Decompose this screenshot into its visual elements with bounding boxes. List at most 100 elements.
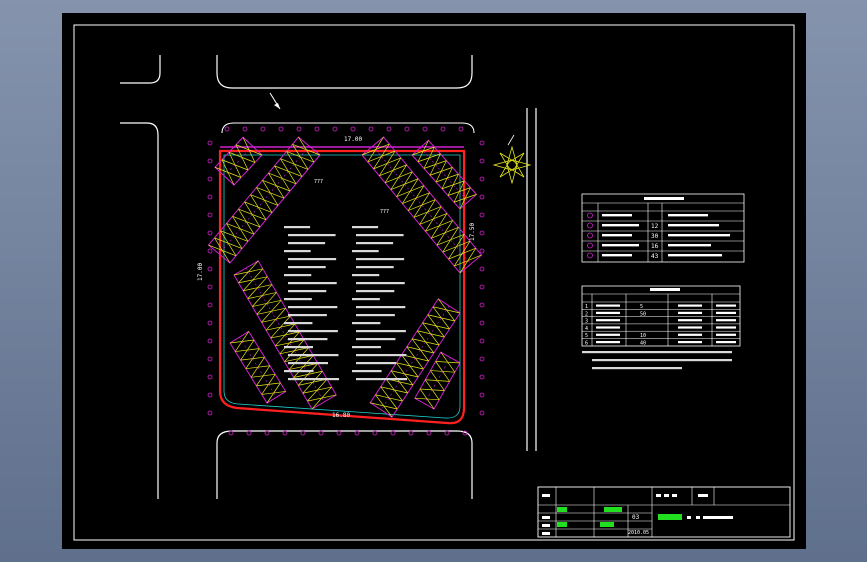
tree-dot (207, 284, 213, 290)
tree-dot (404, 126, 410, 132)
note-line (356, 234, 404, 237)
tree-dot (479, 248, 485, 254)
plant-legend-table: 12 30 16 43 (581, 193, 745, 263)
tree-dot (368, 126, 374, 132)
tree-dot (479, 338, 485, 344)
note-line (352, 250, 379, 253)
legend-symbol-icon (587, 212, 593, 219)
note-line (352, 298, 380, 301)
label-a: 777 (314, 179, 323, 185)
note-line (288, 330, 338, 333)
elevation-top: 17.00 (344, 136, 362, 143)
tree-dot (296, 126, 302, 132)
tree-dot (479, 410, 485, 416)
planting-band (229, 330, 287, 404)
tree-dot (479, 374, 485, 380)
design-notes (284, 226, 408, 381)
tree-dot (207, 194, 213, 200)
tree-dot (479, 284, 485, 290)
drawing-date: 2010.05 (628, 530, 649, 536)
note-line (288, 354, 339, 357)
tree-dot (207, 410, 213, 416)
tree-dot (207, 356, 213, 362)
tree-dot (207, 248, 213, 254)
north-arrow-icon (492, 134, 532, 185)
tree-dot (242, 126, 248, 132)
note-line (284, 298, 312, 301)
note-line (284, 250, 311, 253)
road-lines (120, 55, 537, 499)
tree-dot (207, 158, 213, 164)
note-line (284, 322, 313, 325)
material-row-no: 6 (585, 341, 588, 347)
elevation-bottom: 16.80 (332, 412, 350, 419)
note-line (356, 362, 397, 365)
note-line (356, 290, 395, 293)
note-line (288, 234, 336, 237)
note-line (356, 354, 407, 357)
legend-symbol-icon (587, 222, 593, 229)
tree-dot (207, 302, 213, 308)
note-line (288, 338, 328, 341)
elevation-left: 17.00 (197, 263, 204, 281)
tree-dot (207, 230, 213, 236)
tree-dot (479, 176, 485, 182)
tree-dot (207, 338, 213, 344)
note-line (356, 266, 394, 269)
sheet-number: 03 (632, 514, 640, 521)
tree-dot (207, 266, 213, 272)
tree-dot (207, 374, 213, 380)
tree-dot (314, 126, 320, 132)
tree-dot (207, 212, 213, 218)
planting-band (214, 136, 263, 186)
note-line (592, 367, 682, 370)
tree-dot (224, 126, 230, 132)
note-line (288, 266, 326, 269)
tree-dot (479, 140, 485, 146)
elevation-right: 17.50 (469, 223, 476, 241)
tree-dot (350, 126, 356, 132)
tree-dot (332, 126, 338, 132)
inner-frame (73, 24, 795, 541)
note-line (356, 258, 405, 261)
planting-bands (207, 136, 483, 418)
tree-dot (458, 126, 464, 132)
tree-dot (207, 140, 213, 146)
note-line (352, 226, 379, 229)
note-line (356, 306, 406, 309)
note-line (288, 378, 340, 381)
note-line (288, 306, 338, 309)
tree-dot (479, 302, 485, 308)
tree-dot (422, 126, 428, 132)
note-line (288, 362, 329, 365)
tree-dot (479, 320, 485, 326)
note-line (284, 274, 312, 277)
note-line (356, 330, 406, 333)
site-plan-drawing: 17.00 17.50 17.00 16.80 777 777 12301643… (73, 24, 795, 541)
note-line (288, 242, 326, 245)
note-line (288, 258, 337, 261)
tree-dot (479, 266, 485, 272)
material-notes (582, 351, 732, 370)
material-qty: 40 (640, 341, 646, 347)
legend-symbol-icon (587, 252, 593, 259)
legend-symbol-icon (587, 242, 593, 249)
leader-arrow-icon (269, 92, 281, 110)
tree-dot (440, 126, 446, 132)
label-b: 777 (380, 209, 389, 215)
note-line (356, 378, 408, 381)
note-line (582, 351, 732, 354)
note-line (288, 314, 327, 317)
legend-qty: 43 (651, 253, 659, 260)
tree-dot (479, 230, 485, 236)
note-line (352, 274, 380, 277)
tree-dot (207, 320, 213, 326)
note-line (356, 314, 395, 317)
note-line (284, 370, 314, 373)
legend-qty: 16 (651, 243, 659, 250)
cad-viewport: 17.00 17.50 17.00 16.80 777 777 12 30 16… (0, 0, 867, 562)
legend-symbol-icon (587, 232, 593, 239)
note-line (356, 242, 394, 245)
tree-dot (479, 392, 485, 398)
note-line (284, 226, 311, 229)
